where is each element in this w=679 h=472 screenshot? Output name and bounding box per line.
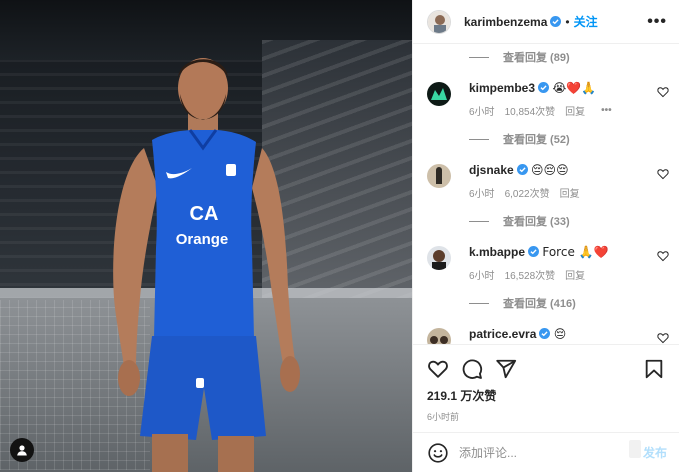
author-avatar[interactable] xyxy=(427,9,451,34)
commenter-username[interactable]: kimpembe3 xyxy=(469,81,535,95)
commenter-avatar-image xyxy=(427,82,451,106)
commenter-avatar[interactable] xyxy=(427,82,451,106)
likes-count[interactable]: 219.1 万次赞 xyxy=(413,383,679,404)
header-separator: • xyxy=(565,14,570,29)
comment-time: 6小时 xyxy=(469,189,495,200)
jersey-sponsor-logo: CA xyxy=(190,203,219,225)
smiley-icon[interactable] xyxy=(427,442,449,464)
comment-like-icon[interactable] xyxy=(657,168,669,180)
author-avatar-image xyxy=(428,10,450,33)
commenter-avatar-image xyxy=(427,328,451,344)
reply-button[interactable]: 回复 xyxy=(565,267,585,282)
verified-badge-icon xyxy=(528,246,540,257)
post-actions: 219.1 万次赞 6小时前 xyxy=(413,344,679,432)
post-header: karimbenzema • 关注 ••• xyxy=(413,0,679,44)
player-figure: CA Orange xyxy=(113,58,300,472)
comment-text: 😔😔😔 xyxy=(531,163,569,177)
post-comment-label: 发布 xyxy=(642,446,667,460)
commenter-avatar[interactable] xyxy=(427,328,451,344)
comment-time: 6小时 xyxy=(469,271,495,282)
bookmark-icon[interactable] xyxy=(643,358,665,380)
verified-badge-icon xyxy=(516,164,528,175)
view-replies-button[interactable]: 查看回复 (89) xyxy=(413,48,679,66)
action-icons xyxy=(413,345,679,383)
comment-like-icon[interactable] xyxy=(657,332,669,344)
jersey-sponsor-text: Orange xyxy=(176,231,229,248)
post-photo[interactable]: CA Orange xyxy=(0,0,412,472)
view-replies-button[interactable]: 查看回复 (33) xyxy=(413,212,679,230)
verified-badge-icon xyxy=(550,16,562,27)
commenter-username[interactable]: djsnake xyxy=(469,163,514,177)
comment-composer: 发布 xyxy=(413,432,679,472)
view-replies-button[interactable]: 查看回复 (52) xyxy=(413,130,679,148)
comment-time: 6小时 xyxy=(469,107,495,118)
comment-likes[interactable]: 6,022次赞 xyxy=(505,185,550,200)
commenter-avatar[interactable] xyxy=(427,164,451,188)
verified-badge-icon xyxy=(538,82,550,93)
view-replies-label: 查看回复 (33) xyxy=(503,216,570,228)
reply-button[interactable]: 回复 xyxy=(565,103,585,118)
comment-likes[interactable]: 10,854次赞 xyxy=(505,103,556,118)
author-username[interactable]: karimbenzema xyxy=(464,15,547,29)
verified-badge-icon xyxy=(539,328,551,339)
commenter-avatar[interactable] xyxy=(427,246,451,270)
comment-item: patrice.evra 😔 xyxy=(413,326,679,344)
heart-icon[interactable] xyxy=(427,358,449,380)
comment-item: kimpembe3 😭❤️🙏 6小时 10,854次赞 回复 ••• xyxy=(413,80,679,118)
comment-icon[interactable] xyxy=(461,358,483,380)
view-replies-button[interactable]: 查看回复 (416) xyxy=(413,294,679,312)
commenter-username[interactable]: k.mbappe xyxy=(469,245,525,259)
tagged-users-button[interactable] xyxy=(10,438,34,462)
replies-divider xyxy=(469,220,489,222)
more-options-icon[interactable]: ••• xyxy=(647,13,667,31)
comment-text: 😭❤️🙏 xyxy=(552,81,597,95)
post-comment-button[interactable]: 发布 xyxy=(628,440,667,461)
post-timestamp[interactable]: 6小时前 xyxy=(413,404,679,423)
replies-divider xyxy=(469,56,489,58)
comment-likes[interactable]: 16,528次赞 xyxy=(505,267,556,282)
user-tag-icon xyxy=(17,445,27,456)
reply-button[interactable]: 回复 xyxy=(560,185,580,200)
commenter-username[interactable]: patrice.evra xyxy=(469,327,536,341)
post-dialog: CA Orange karimbenzema • 关注 ••• 查看回复 (89… xyxy=(0,0,679,472)
comment-text: Force 🙏❤️ xyxy=(542,245,609,259)
follow-button[interactable]: 关注 xyxy=(574,13,598,30)
view-replies-label: 查看回复 (89) xyxy=(503,52,570,64)
comments-list: 查看回复 (89) kimpembe3 😭❤️🙏 6小时 10,854次赞 回复… xyxy=(413,44,679,344)
commenter-avatar-image xyxy=(427,164,451,188)
comment-like-icon[interactable] xyxy=(657,250,669,262)
comment-input[interactable] xyxy=(459,445,643,460)
replies-divider xyxy=(469,302,489,304)
post-side-panel: karimbenzema • 关注 ••• 查看回复 (89) kimpembe… xyxy=(412,0,679,472)
comment-text: 😔 xyxy=(553,327,567,341)
comment-like-icon[interactable] xyxy=(657,86,669,98)
post-button-shade xyxy=(628,440,641,458)
paper-plane-icon[interactable] xyxy=(495,358,517,380)
view-replies-label: 查看回复 (52) xyxy=(503,134,570,146)
comment-options-icon[interactable]: ••• xyxy=(601,105,612,116)
commenter-avatar-image xyxy=(427,246,451,270)
comment-item: k.mbappe Force 🙏❤️ 6小时 16,528次赞 回复 xyxy=(413,244,679,282)
view-replies-label: 查看回复 (416) xyxy=(503,298,576,310)
comment-item: djsnake 😔😔😔 6小时 6,022次赞 回复 xyxy=(413,162,679,200)
replies-divider xyxy=(469,138,489,140)
